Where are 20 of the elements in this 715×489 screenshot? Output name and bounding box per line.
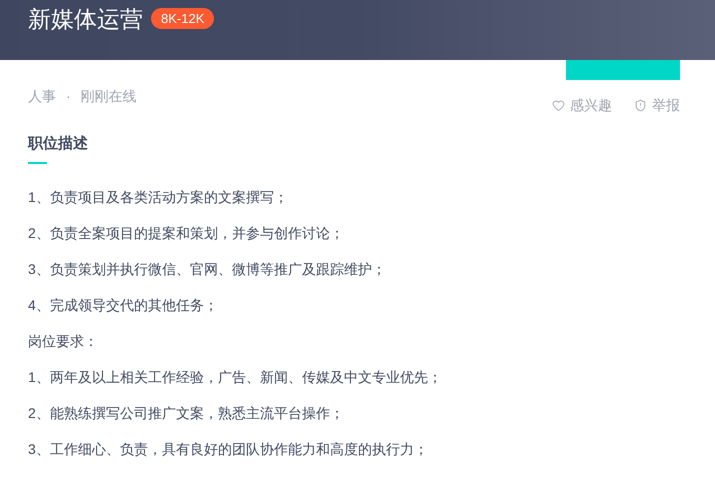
- description-line: 3、工作细心、负责，具有良好的团队协作能力和高度的执行力；: [28, 440, 429, 459]
- recruiter-role: 人事: [28, 86, 56, 106]
- section-title: 职位描述: [28, 134, 89, 154]
- chat-button[interactable]: [566, 60, 680, 80]
- job-title: 新媒体运营: [28, 8, 143, 31]
- description-line: 2、能熟练撰写公司推广文案，熟悉主流平台操作；: [28, 404, 345, 423]
- separator-dot: ·: [66, 86, 71, 106]
- description-line: 1、两年及以上相关工作经验，广告、新闻、传媒及中文专业优先；: [28, 368, 443, 387]
- description-line: 2、负责全案项目的提案和策划，并参与创作讨论；: [28, 224, 345, 243]
- salary-badge: 8K-12K: [151, 8, 214, 29]
- heart-icon: [552, 99, 565, 112]
- description-line: 4、完成领导交代的其他任务；: [28, 296, 219, 315]
- description-line: 3、负责策划并执行微信、官网、微博等推广及跟踪维护；: [28, 260, 387, 279]
- title-underline: [28, 162, 47, 164]
- online-status: 刚刚在线: [80, 86, 137, 106]
- interest-link[interactable]: 感兴趣: [552, 95, 612, 116]
- description-line: 岗位要求：: [28, 332, 99, 351]
- description-line: 1、负责项目及各类活动方案的文案撰写；: [28, 188, 289, 207]
- alert-icon: [634, 99, 647, 112]
- report-link[interactable]: 举报: [634, 95, 680, 116]
